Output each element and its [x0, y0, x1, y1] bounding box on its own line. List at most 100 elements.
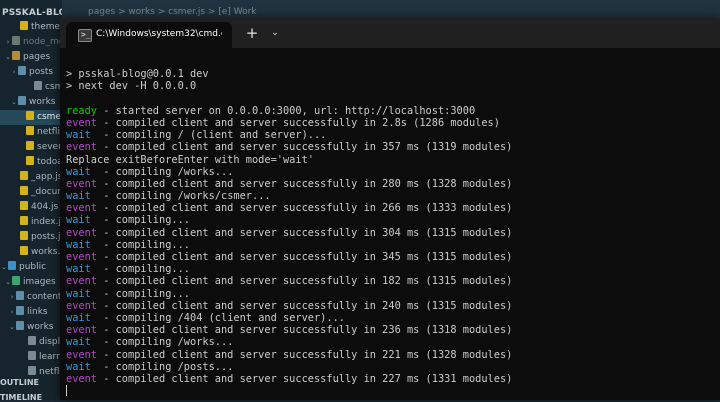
- console-line-text: - compiling...: [90, 238, 191, 251]
- console-line-text: > psskal-blog@0.0.1 dev: [66, 68, 209, 81]
- console-line: event - compiled client and server succe…: [66, 202, 716, 214]
- console-line-text: - compiling /404 (client and server)...: [90, 311, 345, 324]
- log-level-tag: ready: [66, 104, 97, 117]
- explorer-item-label: links: [27, 307, 48, 317]
- explorer-item[interactable]: index.js: [0, 215, 62, 230]
- log-level-tag: event: [66, 251, 97, 263]
- console-line: event - compiled client and server succe…: [66, 178, 716, 190]
- terminal-window: >_ C:\Windows\system32\cmd.exe + ⌄ > pss…: [60, 18, 720, 400]
- explorer-item[interactable]: netflix.js: [0, 125, 62, 140]
- explorer-item[interactable]: todoapp.js: [0, 155, 62, 170]
- js-file-icon: [20, 216, 28, 225]
- explorer-item[interactable]: ⌄ images: [0, 275, 62, 290]
- file-icon: [12, 36, 20, 45]
- new-tab-button[interactable]: +: [242, 23, 262, 43]
- console-line: event - compiled client and server succe…: [66, 349, 716, 361]
- log-level-tag: wait: [66, 165, 91, 178]
- log-level-tag: wait: [66, 129, 91, 142]
- log-level-tag: event: [66, 202, 97, 215]
- tab-dropdown-button[interactable]: ⌄: [266, 23, 284, 43]
- console-line: wait - compiling...: [66, 288, 716, 300]
- console-line-text: - compiled client and server successfull…: [97, 275, 513, 288]
- explorer-item[interactable]: csmer.js: [0, 110, 62, 125]
- console-line-text: - compiling /posts...: [90, 360, 234, 373]
- console-output[interactable]: > psskal-blog@0.0.1 dev > next dev -H 0.0…: [66, 56, 716, 396]
- timeline-panel-header[interactable]: TIMELINE: [0, 393, 42, 402]
- log-level-tag: wait: [66, 311, 91, 324]
- explorer-item[interactable]: › node_modules: [0, 35, 62, 50]
- chevron-down-icon: ⌄: [11, 98, 17, 106]
- explorer-item-label: display.png: [39, 337, 62, 347]
- console-line: event - compiled client and server succe…: [66, 324, 716, 336]
- console-line: wait - compiling...: [66, 214, 716, 226]
- js-file-icon: [20, 186, 28, 195]
- console-line: event - compiled client and server succe…: [66, 117, 716, 129]
- log-level-tag: event: [66, 116, 97, 129]
- explorer-item[interactable]: theme.js: [0, 20, 62, 35]
- explorer-item-label: node_modules: [23, 37, 62, 47]
- console-line: wait - compiling /404 (client and server…: [66, 312, 716, 324]
- explorer-item-label: csmer.js: [37, 112, 62, 122]
- log-level-tag: event: [66, 372, 97, 385]
- explorer-item-label: images: [23, 277, 56, 287]
- prompt-line[interactable]: [66, 385, 716, 396]
- log-level-tag: event: [66, 348, 97, 361]
- explorer-item[interactable]: posts.js: [0, 230, 62, 245]
- chevron-right-icon: ›: [10, 293, 14, 301]
- folder-icon: [16, 306, 24, 315]
- explorer-item[interactable]: csmer.md: [0, 80, 62, 95]
- explorer-item[interactable]: ⌄ pages: [0, 50, 62, 65]
- tab-title: C:\Windows\system32\cmd.exe: [96, 29, 222, 39]
- console-line: wait - compiling...: [66, 239, 716, 251]
- outline-panel-header[interactable]: OUTLINE: [0, 378, 39, 387]
- log-level-tag: wait: [66, 360, 91, 373]
- console-line-text: - started server on 0.0.0.0:3000, url: h…: [97, 104, 476, 117]
- console-line-text: - compiled client and server successfull…: [97, 177, 513, 190]
- explorer-item[interactable]: ⌄ works: [0, 320, 62, 335]
- explorer-item[interactable]: _document.js: [0, 185, 62, 200]
- console-line: wait - compiling /works/csmer...: [66, 190, 716, 202]
- explorer-item[interactable]: learning.png: [0, 350, 62, 365]
- explorer-item-label: theme.js: [31, 22, 62, 32]
- console-line-text: - compiling / (client and server)...: [90, 129, 327, 142]
- chevron-down-icon: ⌄: [5, 278, 11, 286]
- console-line-text: - compiling...: [90, 263, 191, 276]
- explorer-item[interactable]: _app.js: [0, 170, 62, 185]
- explorer-item-label: posts.js: [31, 232, 62, 242]
- explorer-item[interactable]: display.png: [0, 335, 62, 350]
- console-line-text: - compiled client and server successfull…: [97, 348, 513, 361]
- file-icon: [28, 336, 36, 345]
- chevron-down-icon: ⌄: [1, 263, 7, 271]
- js-file-icon: [20, 231, 28, 240]
- log-level-tag: wait: [66, 214, 91, 227]
- breadcrumb[interactable]: pages > works > csmer.js > [e] Work: [88, 7, 257, 17]
- log-level-tag: event: [66, 324, 97, 337]
- explorer-item[interactable]: sevenSeas.js: [0, 140, 62, 155]
- explorer-item[interactable]: › links: [0, 305, 62, 320]
- explorer-item[interactable]: ⌄ public: [0, 260, 62, 275]
- js-file-icon: [26, 111, 34, 120]
- js-file-icon: [20, 246, 28, 255]
- chevron-right-icon: ›: [12, 68, 16, 76]
- chevron-right-icon: ›: [6, 38, 10, 46]
- log-level-tag: wait: [66, 287, 91, 300]
- console-line: event - compiled client and server succe…: [66, 141, 716, 153]
- explorer-item[interactable]: › contents: [0, 290, 62, 305]
- console-line-text: - compiled client and server successfull…: [97, 372, 513, 385]
- explorer-title[interactable]: PSSKAL-BLOG: [2, 8, 62, 18]
- text-cursor: [66, 385, 67, 396]
- log-level-tag: wait: [66, 263, 91, 276]
- explorer-item-label: learning.png: [39, 352, 62, 362]
- explorer-item-label: _document.js: [31, 187, 62, 197]
- terminal-tab[interactable]: >_ C:\Windows\system32\cmd.exe: [66, 22, 232, 48]
- explorer-item-label: todoapp.js: [37, 157, 62, 167]
- explorer-item[interactable]: ⌄ works: [0, 95, 62, 110]
- explorer-item-label: netflix.js: [37, 127, 62, 137]
- explorer-item[interactable]: 404.js: [0, 200, 62, 215]
- explorer-item[interactable]: works.js: [0, 245, 62, 260]
- console-line-text: - compiling...: [90, 214, 191, 227]
- explorer-item[interactable]: › posts: [0, 65, 62, 80]
- console-line: event - compiled client and server succe…: [66, 373, 716, 385]
